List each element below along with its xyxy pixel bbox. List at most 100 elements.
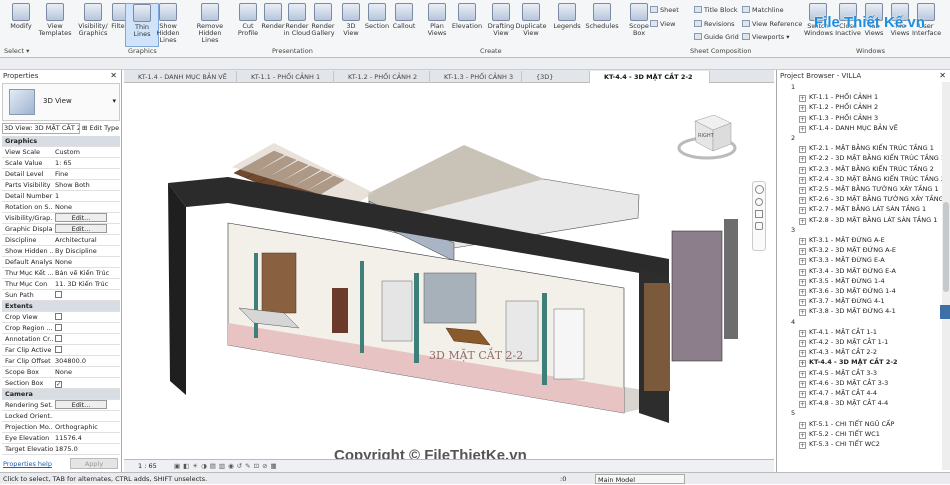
property-row[interactable]: Locked Orient... <box>2 411 120 422</box>
browser-item[interactable]: + KT-3.3 - MẶT ĐỨNG E-A <box>799 256 885 266</box>
property-row[interactable]: Visibility/Grap... Edit... <box>2 213 120 224</box>
property-value[interactable] <box>55 323 117 333</box>
browser-item[interactable]: + KT-3.5 - MẶT ĐỨNG 1-4 <box>799 277 885 286</box>
property-value[interactable]: None <box>55 367 117 377</box>
browser-item[interactable]: + KT-2.3 - MẶT BẰNG KIẾN TRÚC TẦNG 2 <box>799 165 934 174</box>
schedules-button[interactable]: Schedules <box>585 3 619 47</box>
property-checkbox[interactable] <box>55 291 62 298</box>
properties-help-link[interactable]: Properties help <box>3 460 52 468</box>
expand-icon[interactable]: + <box>799 105 806 113</box>
browser-item[interactable]: + KT-3.6 - 3D MẶT ĐỨNG 1-4 <box>799 287 896 296</box>
expand-icon[interactable]: + <box>799 380 806 388</box>
expand-icon[interactable]: + <box>799 370 806 378</box>
tab-4[interactable]: {3D} <box>522 71 590 83</box>
sheet-item-0[interactable]: Sheet <box>650 6 679 14</box>
browser-item[interactable]: + KT-3.8 - 3D MẶT ĐỨNG 4-1 <box>799 307 896 317</box>
legends-button[interactable]: Legends <box>550 3 584 47</box>
drafting-view-button[interactable]: Drafting View <box>484 3 518 47</box>
browser-item[interactable]: + KT-4.3 - MẶT CẮT 2-2 <box>799 348 877 358</box>
modify-button[interactable]: Modify <box>4 3 38 47</box>
property-row[interactable]: Crop Region ... <box>2 323 120 334</box>
expand-icon[interactable]: + <box>799 248 806 256</box>
property-value[interactable]: 1875.0 <box>55 444 117 454</box>
expand-icon[interactable]: + <box>799 156 806 164</box>
property-value[interactable]: None <box>55 257 117 267</box>
browser-item[interactable]: + KT-2.4 - 3D MẶT BẰNG KIẾN TRÚC TẦNG 2 <box>799 175 945 184</box>
browser-item[interactable]: + KT-5.3 - CHI TIẾT WC2 <box>799 440 880 449</box>
zoom-icon[interactable] <box>755 198 763 206</box>
property-row[interactable]: Crop View <box>2 312 120 323</box>
browser-item[interactable]: + KT-1.3 - PHỐI CẢNH 3 <box>799 114 878 123</box>
browser-item[interactable]: + KT-4.2 - 3D MẶT CẮT 1-1 <box>799 338 888 347</box>
property-row[interactable]: Rendering Set... Edit... <box>2 400 120 411</box>
browser-item[interactable]: + KT-2.8 - 3D MẶT BẰNG LÁT SÀN TẦNG 1 <box>799 216 937 225</box>
property-value[interactable] <box>55 334 117 344</box>
expand-icon[interactable]: + <box>799 268 806 276</box>
browser-item[interactable]: + KT-1.1 - PHỐI CẢNH 1 <box>799 93 878 103</box>
active-model-select[interactable]: Main Model <box>595 474 685 484</box>
expand-icon[interactable]: + <box>799 329 806 337</box>
property-row[interactable]: Detail Level Fine <box>2 169 120 180</box>
browser-item[interactable]: + KT-5.1 - CHI TIẾT NGŨ CẤP <box>799 420 894 429</box>
browser-item[interactable]: + KT-3.4 - 3D MẶT ĐỨNG E-A <box>799 267 896 276</box>
property-section[interactable]: Extents <box>2 301 120 312</box>
browser-item[interactable]: + KT-1.4 - DANH MỤC BẢN VẼ <box>799 124 898 133</box>
viewcube[interactable]: RIGHT <box>677 114 737 160</box>
property-checkbox[interactable] <box>55 335 62 342</box>
property-value[interactable]: 11576.4 <box>55 433 117 443</box>
property-value[interactable] <box>55 312 117 322</box>
group-select[interactable]: Select ▾ <box>4 47 29 55</box>
property-row[interactable]: Scale Value 1: 65 <box>2 158 120 169</box>
property-value[interactable]: 11. 3D Kiến Trúc <box>55 279 117 289</box>
property-value[interactable]: 1: 65 <box>55 158 117 168</box>
property-checkbox[interactable] <box>55 324 62 331</box>
browser-item[interactable]: + KT-3.2 - 3D MẶT ĐỨNG A-E <box>799 246 896 256</box>
expand-icon[interactable]: + <box>799 238 806 245</box>
steering-wheel-icon[interactable] <box>754 185 764 194</box>
property-section[interactable]: Camera <box>2 389 120 400</box>
sheet-item-2[interactable]: Matchline <box>742 6 784 14</box>
elevation-button[interactable]: Elevation <box>450 3 484 47</box>
property-row[interactable]: Target Elevation 1875.0 <box>2 444 120 455</box>
type-selector[interactable]: 3D View ▾ <box>2 83 120 121</box>
browser-group[interactable]: 5 <box>791 409 795 417</box>
property-row[interactable]: Projection Mo... Orthographic <box>2 422 120 433</box>
browser-item[interactable]: + KT-1.2 - PHỐI CẢNH 2 <box>799 103 878 113</box>
property-row[interactable]: Default Analys...None <box>2 257 120 268</box>
property-row[interactable]: Far Clip Offset 304800.0 <box>2 356 120 367</box>
property-row[interactable]: Graphic Displa...Edit... <box>2 224 120 235</box>
expand-icon[interactable]: + <box>799 401 806 409</box>
expand-icon[interactable]: + <box>799 299 806 307</box>
browser-item[interactable]: + KT-2.5 - MẶT BẰNG TƯỜNG XÂY TẦNG 1 <box>799 185 939 194</box>
tab-1[interactable]: KT-1.1 - PHỐI CẢNH 1 <box>237 71 334 83</box>
property-row[interactable]: Discipline Architectural <box>2 235 120 246</box>
property-row[interactable]: Eye Elevation 11576.4 <box>2 433 120 444</box>
expand-icon[interactable]: + <box>799 217 806 225</box>
property-row[interactable]: View Scale Custom <box>2 147 120 158</box>
instance-selector[interactable]: 3D View: 3D MẶT CẮT 2 <box>2 123 80 134</box>
browser-scrollbar[interactable] <box>942 82 950 470</box>
close-icon[interactable]: ✕ <box>939 71 946 80</box>
expand-icon[interactable]: + <box>799 176 806 184</box>
expand-icon[interactable]: + <box>799 258 806 266</box>
expand-icon[interactable]: + <box>799 309 806 317</box>
property-value[interactable]: Edit... <box>55 400 117 410</box>
browser-group[interactable]: 2 <box>791 134 795 142</box>
callout-button[interactable]: Callout <box>387 3 421 47</box>
browser-item[interactable]: + KT-4.7 - MẶT CẮT 4-4 <box>799 389 877 398</box>
property-value[interactable] <box>55 290 117 300</box>
close-icon[interactable]: ✕ <box>110 71 117 80</box>
expand-icon[interactable]: + <box>799 442 806 449</box>
property-row[interactable]: Parts Visibility Show Both <box>2 180 120 191</box>
expand-icon[interactable]: + <box>799 115 806 123</box>
edit-type-button[interactable]: ⊞ Edit Type <box>82 123 120 134</box>
expand-icon[interactable]: + <box>799 207 806 215</box>
orbit-icon[interactable] <box>755 222 763 230</box>
show-hidden-lines-button[interactable]: Show Hidden Lines <box>151 3 185 47</box>
expand-icon[interactable]: + <box>799 95 806 103</box>
plan-views-button[interactable]: Plan Views <box>420 3 454 47</box>
sheet-item-5[interactable]: View Reference <box>742 20 802 28</box>
expand-icon[interactable]: + <box>799 197 806 205</box>
browser-item[interactable]: + KT-3.7 - MẶT ĐỨNG 4-1 <box>799 297 885 307</box>
property-value[interactable]: ✓ <box>55 378 117 388</box>
